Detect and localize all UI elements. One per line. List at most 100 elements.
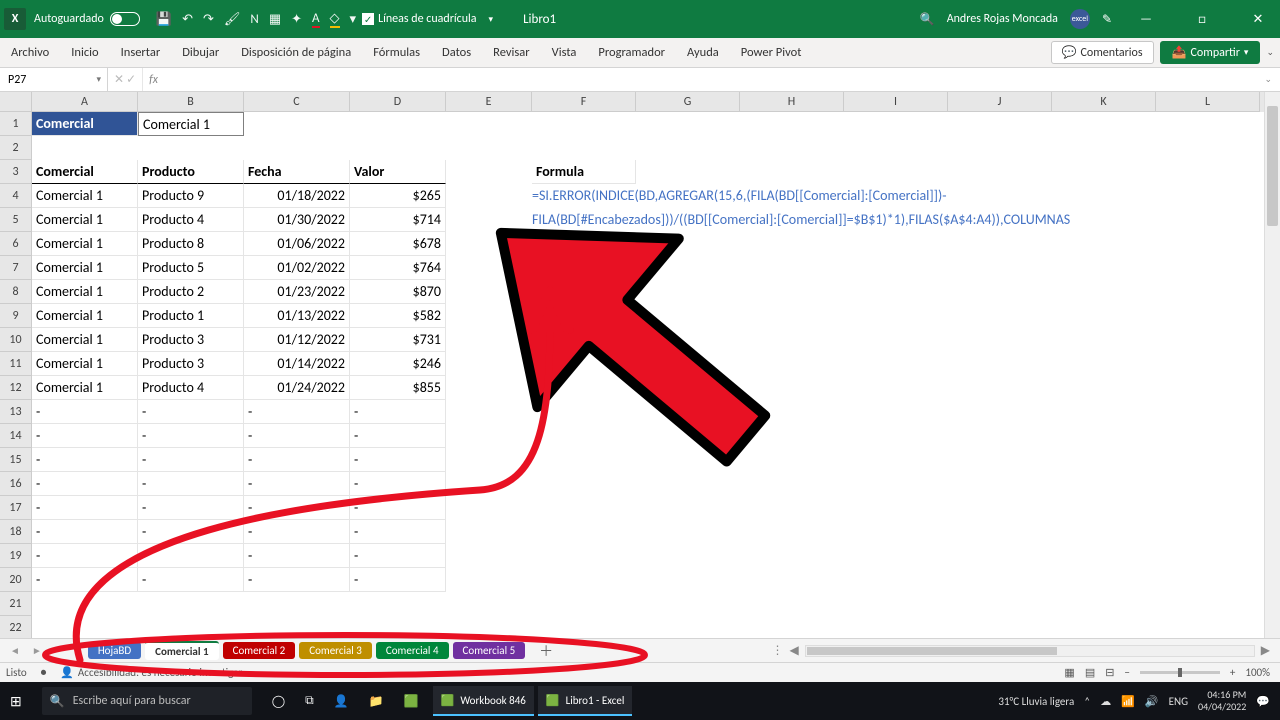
sheets-icon[interactable]: 🟩 [394, 682, 429, 720]
table-cell[interactable]: Comercial 1 [32, 232, 138, 256]
row-header[interactable]: 7 [0, 256, 32, 280]
column-header[interactable]: E [446, 92, 532, 112]
horizontal-scrollbar[interactable] [805, 645, 1255, 657]
column-header[interactable]: C [244, 92, 350, 112]
table-cell[interactable]: 01/23/2022 [244, 280, 350, 304]
add-sheet-button[interactable]: ＋ [539, 641, 553, 661]
zoom-in-icon[interactable]: + [1230, 666, 1235, 679]
table-cell[interactable]: Comercial 1 [32, 328, 138, 352]
formula-header[interactable]: Formula [532, 160, 636, 184]
start-button[interactable]: ⊞ [0, 682, 32, 720]
column-header[interactable]: A [32, 92, 138, 112]
table-cell[interactable]: 01/13/2022 [244, 304, 350, 328]
table-cell[interactable]: - [138, 472, 244, 496]
zoom-value[interactable]: 100% [1245, 666, 1270, 679]
cell-b1[interactable]: Comercial 1 [138, 112, 244, 136]
notifications-icon[interactable]: 💬 [1256, 695, 1270, 708]
column-header[interactable]: L [1156, 92, 1260, 112]
formula-text[interactable]: =SI.ERROR(INDICE(BD,AGREGAR(15,6,(FILA(B… [532, 184, 947, 208]
table-cell[interactable]: - [244, 544, 350, 568]
sparkle-icon[interactable]: ✦ [291, 12, 302, 27]
sheet-tab[interactable]: Comercial 4 [376, 642, 449, 659]
table-cell[interactable]: - [244, 520, 350, 544]
hscroll-right-icon[interactable]: ▶ [1261, 643, 1270, 658]
column-headers[interactable]: ABCDEFGHIJKL [32, 92, 1264, 112]
ribbon-tab-power-pivot[interactable]: Power Pivot [730, 45, 813, 60]
cortana-icon[interactable]: ◯ [262, 682, 295, 720]
table-cell[interactable]: - [138, 520, 244, 544]
table-cell[interactable]: Producto 8 [138, 232, 244, 256]
table-cell[interactable]: Producto 1 [138, 304, 244, 328]
column-header[interactable]: J [948, 92, 1052, 112]
weather-widget[interactable]: 31°C Lluvia ligera [998, 695, 1074, 708]
row-header[interactable]: 19 [0, 544, 32, 568]
task-view-icon[interactable]: ⧉ [295, 682, 324, 720]
page-break-icon[interactable]: ⊟ [1105, 666, 1114, 679]
ribbon-tab-archivo[interactable]: Archivo [0, 45, 60, 60]
row-header[interactable]: 16 [0, 472, 32, 496]
table-cell[interactable]: Comercial 1 [32, 352, 138, 376]
sheet-tab[interactable]: HojaBD [88, 642, 141, 659]
table-cell[interactable]: $246 [350, 352, 446, 376]
wifi-icon[interactable]: 📶 [1121, 695, 1135, 708]
column-header[interactable]: I [844, 92, 948, 112]
spreadsheet-grid[interactable]: ABCDEFGHIJKL 123456789101112131415161718… [0, 92, 1280, 638]
hscroll-left-icon[interactable]: ◀ [790, 643, 799, 658]
scrollbar-thumb[interactable] [807, 647, 1057, 655]
column-header[interactable]: B [138, 92, 244, 112]
row-header[interactable]: 3 [0, 160, 32, 184]
table-icon[interactable]: ▦ [269, 12, 281, 27]
table-cell[interactable]: - [32, 544, 138, 568]
tray-chevron-icon[interactable]: ˄ [1084, 695, 1090, 708]
table-cell[interactable]: - [32, 568, 138, 592]
name-box[interactable]: P27 ▾ [0, 68, 108, 91]
table-cell[interactable]: - [350, 472, 446, 496]
vertical-scrollbar[interactable] [1264, 92, 1280, 638]
save-icon[interactable]: 💾 [156, 12, 172, 27]
scrollbar-thumb[interactable] [1267, 106, 1278, 226]
pen-icon[interactable]: ✎ [1102, 12, 1112, 27]
enter-icon[interactable]: ✓ [126, 72, 136, 87]
table-cell[interactable]: - [32, 448, 138, 472]
table-cell[interactable]: - [138, 544, 244, 568]
ribbon-tab-fórmulas[interactable]: Fórmulas [362, 45, 431, 60]
table-cell[interactable]: - [138, 424, 244, 448]
column-header[interactable]: D [350, 92, 446, 112]
row-header[interactable]: 8 [0, 280, 32, 304]
ribbon-tab-inicio[interactable]: Inicio [60, 45, 109, 60]
table-cell[interactable]: - [350, 520, 446, 544]
accessibility-icon[interactable]: 👤 [60, 666, 74, 679]
table-cell[interactable]: Producto 5 [138, 256, 244, 280]
sheet-tab[interactable]: Comercial 1 [145, 641, 218, 660]
toggle-icon[interactable] [110, 12, 140, 26]
table-cell[interactable]: - [244, 448, 350, 472]
table-cell[interactable]: Comercial 1 [32, 256, 138, 280]
row-header[interactable]: 22 [0, 616, 32, 638]
table-cell[interactable]: $714 [350, 208, 446, 232]
table-cell[interactable]: - [32, 472, 138, 496]
table-header[interactable]: Comercial [32, 160, 138, 184]
table-header[interactable]: Producto [138, 160, 244, 184]
comments-button[interactable]: 💬 Comentarios [1051, 41, 1154, 64]
table-cell[interactable]: 01/14/2022 [244, 352, 350, 376]
table-cell[interactable]: - [32, 424, 138, 448]
table-cell[interactable]: $678 [350, 232, 446, 256]
zoom-out-icon[interactable]: − [1124, 666, 1129, 679]
record-macro-icon[interactable]: ⏺ [41, 666, 47, 680]
table-cell[interactable]: Comercial 1 [32, 184, 138, 208]
sheet-nav-right-icon[interactable]: ► [26, 644, 48, 657]
table-cell[interactable]: - [350, 496, 446, 520]
fx-label[interactable]: fx [143, 73, 158, 87]
table-cell[interactable]: $870 [350, 280, 446, 304]
ribbon-tab-datos[interactable]: Datos [431, 45, 482, 60]
volume-icon[interactable]: 🔊 [1145, 695, 1159, 708]
row-header[interactable]: 15 [0, 448, 32, 472]
table-cell[interactable]: Producto 4 [138, 376, 244, 400]
explorer-icon[interactable]: 📁 [359, 682, 394, 720]
column-header[interactable]: K [1052, 92, 1156, 112]
table-cell[interactable]: $764 [350, 256, 446, 280]
table-cell[interactable]: - [350, 424, 446, 448]
font-color-icon[interactable]: A [312, 11, 320, 28]
ribbon-tab-ayuda[interactable]: Ayuda [676, 45, 730, 60]
cells-area[interactable]: ComercialComercial 1ComercialProductoFec… [32, 112, 1264, 638]
